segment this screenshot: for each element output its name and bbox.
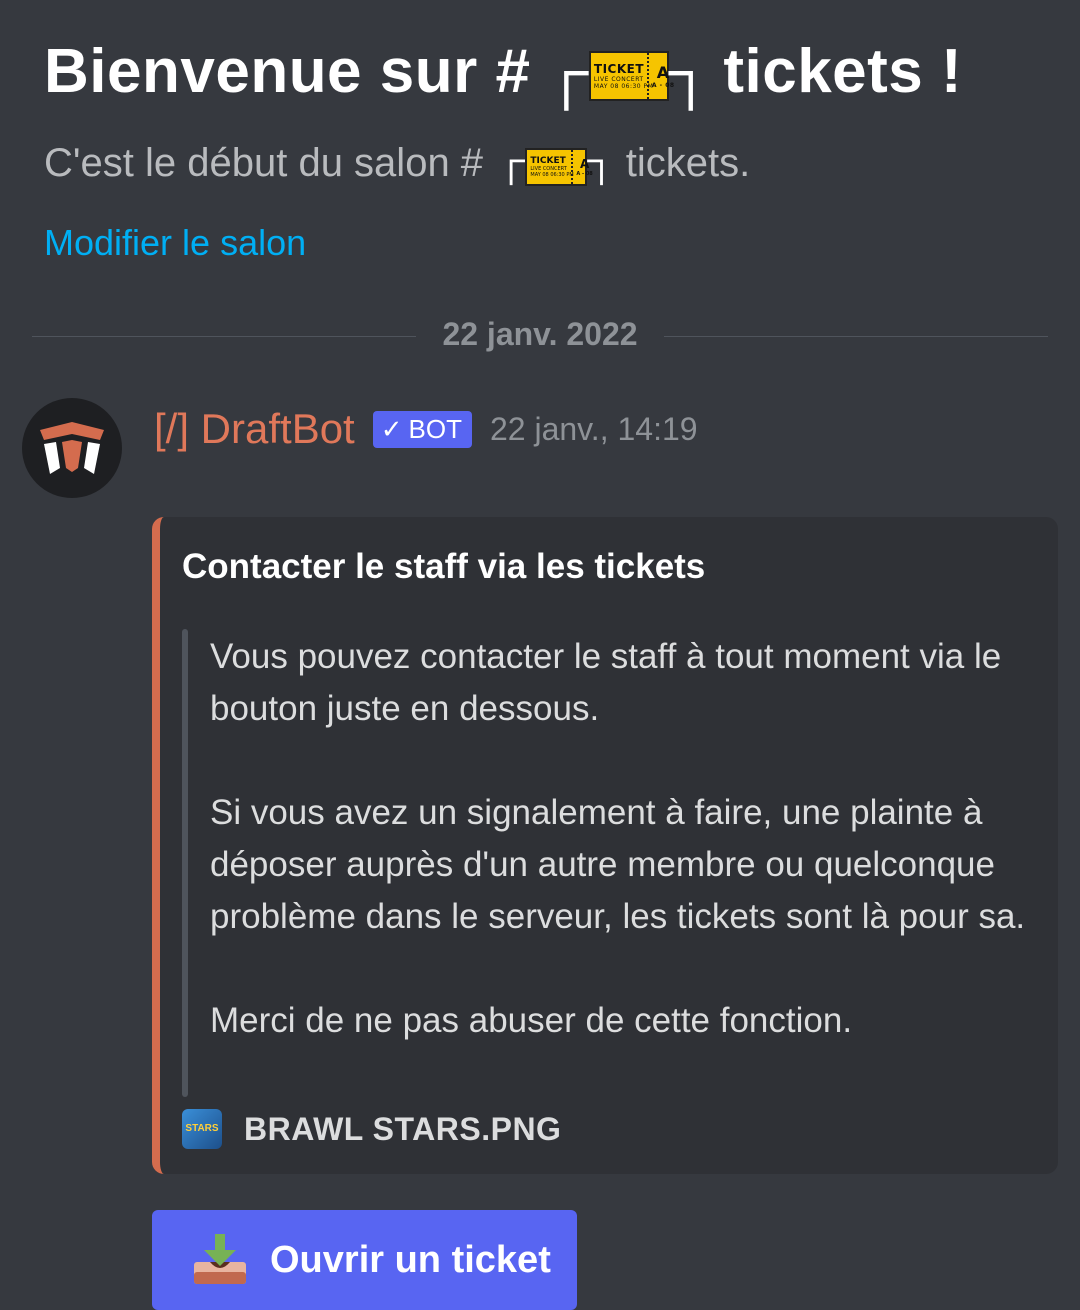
bot-badge: ✓ BOT xyxy=(372,410,472,448)
bot-badge-label: BOT xyxy=(408,413,462,444)
message-embed: Contacter le staff via les tickets Vous … xyxy=(152,517,1058,1174)
embed-paragraph: Vous pouvez contacter le staff à tout mo… xyxy=(210,637,1002,728)
date-divider-label: 22 janv. 2022 xyxy=(442,316,638,352)
edit-channel-link[interactable]: Modifier le salon xyxy=(44,222,306,264)
open-ticket-button-label: Ouvrir un ticket xyxy=(270,1238,551,1281)
blockquote-bar xyxy=(182,629,188,1097)
embed-paragraph: Si vous avez un signalement à faire, une… xyxy=(210,793,1026,936)
date-divider: 22 janv. 2022 xyxy=(32,316,1048,352)
message-header: [/] DraftBot ✓ BOT 22 janv., 14:19 xyxy=(154,405,698,453)
open-ticket-button[interactable]: Ouvrir un ticket xyxy=(152,1210,577,1310)
message-timestamp[interactable]: 22 janv., 14:19 xyxy=(490,411,698,448)
draftbot-logo-icon xyxy=(40,422,104,474)
embed-paragraph: Merci de ne pas abuser de cette fonction… xyxy=(210,1001,853,1040)
inbox-download-icon xyxy=(194,1234,246,1284)
welcome-title-suffix: tickets ! xyxy=(723,37,963,106)
verified-check-icon: ✓ xyxy=(380,413,403,444)
channel-welcome-title: Bienvenue sur # ┌ TICKET LIVE CONCERT MAY … xyxy=(44,36,962,107)
embed-footer: STARS BRAWL STARS.PNG xyxy=(182,1109,561,1149)
channel-welcome-subtitle: C'est le début du salon # ┌ TICKET LIVE C… xyxy=(44,140,750,186)
embed-description: Vous pouvez contacter le staff à tout mo… xyxy=(210,631,1050,1047)
embed-footer-text: BRAWL STARS.PNG xyxy=(244,1110,562,1147)
ticket-emoji-icon: ┌ TICKET LIVE CONCERT MAY 08 06:30 PM AA -… xyxy=(544,36,714,106)
welcome-subtitle-suffix: tickets. xyxy=(625,140,751,185)
brawl-stars-icon: STARS xyxy=(182,1109,222,1149)
ticket-emoji-icon: ┌ TICKET LIVE CONCERT MAY 08 06:30 PM AA -… xyxy=(497,140,616,186)
author-name[interactable]: [/] DraftBot xyxy=(154,405,355,453)
embed-title: Contacter le staff via les tickets xyxy=(182,547,706,586)
welcome-title-prefix: Bienvenue sur # xyxy=(44,37,531,106)
welcome-subtitle-prefix: C'est le début du salon # xyxy=(44,140,484,185)
avatar[interactable] xyxy=(22,398,122,498)
